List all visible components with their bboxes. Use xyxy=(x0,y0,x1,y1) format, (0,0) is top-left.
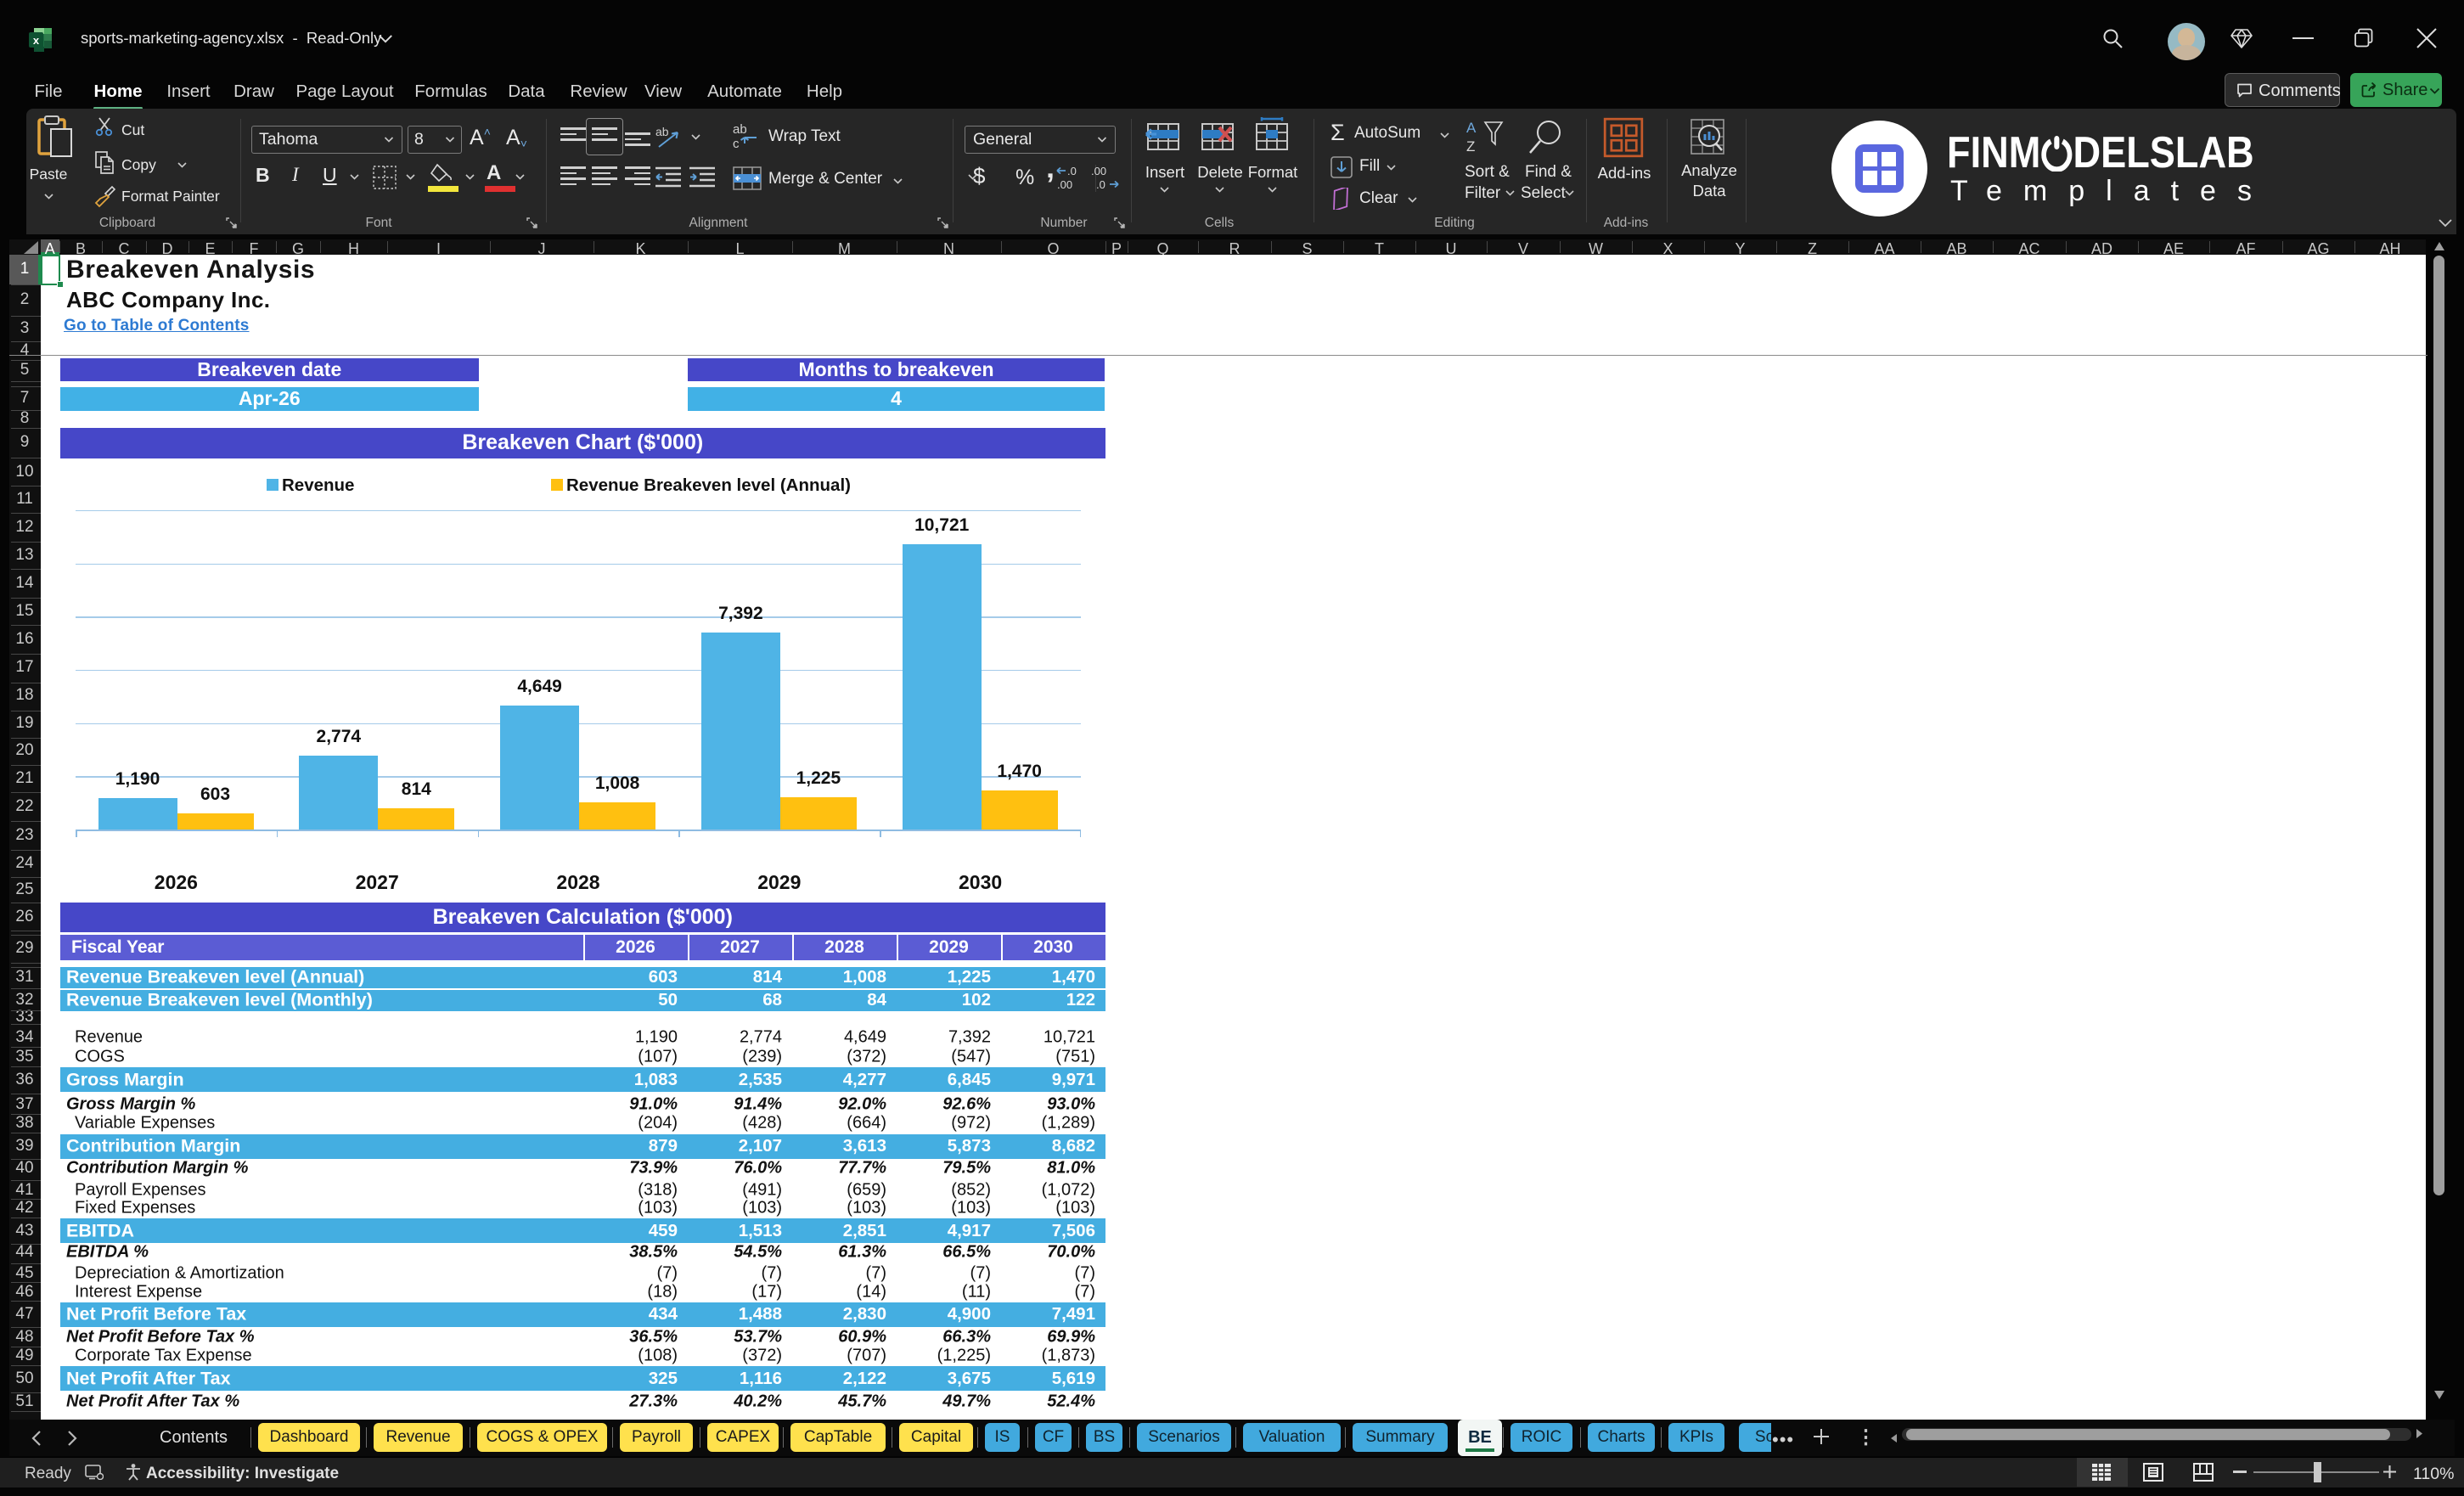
svg-text:ab: ab xyxy=(733,122,747,137)
svg-text:ab: ab xyxy=(655,125,669,138)
svg-text:.00: .00 xyxy=(1091,165,1106,177)
svg-text:.0: .0 xyxy=(1067,165,1077,177)
svg-text:c: c xyxy=(733,137,740,151)
svg-text:.00: .00 xyxy=(1057,178,1072,191)
svg-text:A: A xyxy=(1466,120,1477,136)
svg-text:x: x xyxy=(33,34,40,47)
svg-text:Z: Z xyxy=(1466,138,1475,155)
svg-text:.0: .0 xyxy=(1096,178,1105,191)
